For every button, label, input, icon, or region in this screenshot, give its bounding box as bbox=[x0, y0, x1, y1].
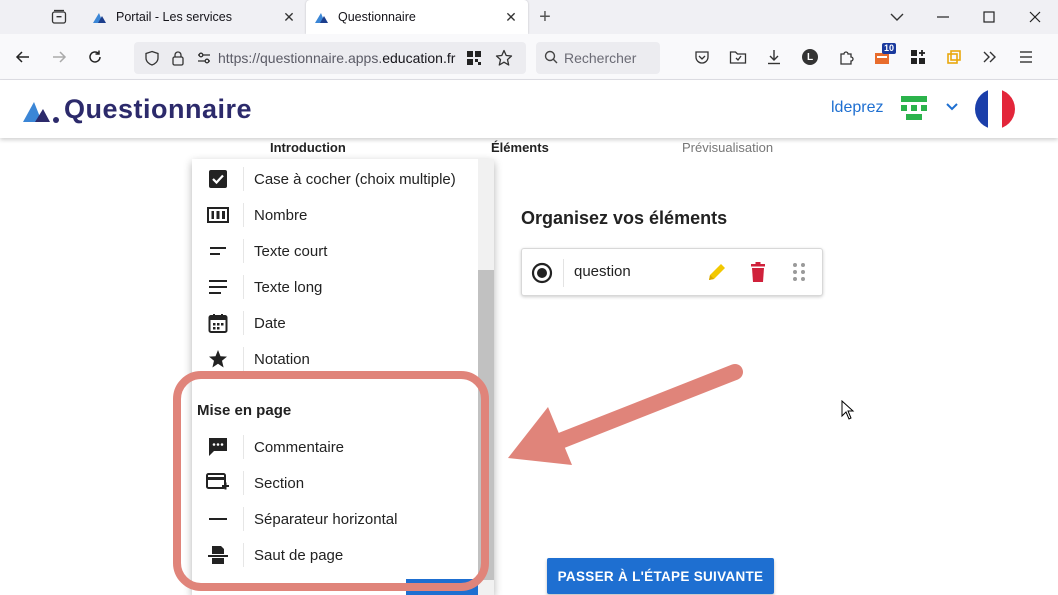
tab-list-icon[interactable] bbox=[40, 0, 78, 34]
site-permissions-icon[interactable] bbox=[192, 46, 216, 70]
brand-mountain-icon bbox=[23, 101, 59, 123]
brand-name: Questionnaire bbox=[64, 94, 253, 124]
download-icon[interactable] bbox=[756, 40, 792, 74]
toolbar-extensions: L 10 bbox=[684, 40, 1044, 74]
browser-tab-strip: Portail - Les services ✕ Questionnaire ✕… bbox=[0, 0, 1058, 34]
search-bar[interactable]: Rechercher bbox=[536, 42, 660, 74]
menu-item-date[interactable]: Date bbox=[192, 305, 478, 341]
element-label: question bbox=[574, 263, 631, 280]
pocket-icon[interactable] bbox=[684, 40, 720, 74]
calendar-icon bbox=[192, 311, 244, 335]
star-icon bbox=[192, 347, 244, 371]
account-avatar-icon[interactable]: L bbox=[792, 40, 828, 74]
short-text-icon bbox=[192, 239, 244, 263]
close-window-icon[interactable] bbox=[1012, 0, 1058, 34]
menu-item-label: Nombre bbox=[254, 206, 308, 224]
radio-icon bbox=[530, 261, 554, 290]
maximize-icon[interactable] bbox=[966, 0, 1012, 34]
tab-portail[interactable]: Portail - Les services ✕ bbox=[84, 0, 306, 34]
delete-trash-icon[interactable] bbox=[748, 261, 768, 288]
menu-item-label: Texte long bbox=[254, 278, 323, 296]
search-icon bbox=[544, 50, 558, 67]
menu-item-label: Texte court bbox=[254, 242, 328, 260]
app-logo[interactable]: Questionnaire bbox=[22, 94, 252, 125]
url-text[interactable]: https://questionnaire.apps.education.fr bbox=[218, 50, 456, 66]
folder-icon[interactable] bbox=[720, 40, 756, 74]
language-flag-fr-icon[interactable] bbox=[975, 89, 1015, 129]
long-text-icon bbox=[192, 275, 244, 299]
site-logo-icon bbox=[92, 9, 108, 25]
extensions-puzzle-icon[interactable] bbox=[828, 40, 864, 74]
close-tab-icon[interactable]: ✕ bbox=[280, 8, 298, 26]
back-icon[interactable] bbox=[6, 40, 40, 74]
username-link[interactable]: ldeprez bbox=[831, 99, 883, 117]
menu-item-long-text[interactable]: Texte long bbox=[192, 269, 478, 305]
window-controls bbox=[874, 0, 1058, 34]
search-placeholder: Rechercher bbox=[564, 50, 637, 66]
tab-overflow-chevron-icon[interactable] bbox=[874, 0, 920, 34]
step-preview[interactable]: Prévisualisation bbox=[682, 140, 773, 155]
app-header: Questionnaire ldeprez bbox=[0, 80, 1058, 138]
menu-hamburger-icon[interactable] bbox=[1008, 40, 1044, 74]
chevron-down-icon[interactable] bbox=[945, 99, 959, 117]
site-logo-icon bbox=[314, 9, 330, 25]
highlight-box bbox=[173, 371, 489, 591]
shield-icon[interactable] bbox=[140, 46, 164, 70]
menu-item-checkbox[interactable]: Case à cocher (choix multiple) bbox=[192, 161, 478, 197]
notification-badge: 10 bbox=[882, 43, 897, 54]
tab-label: Questionnaire bbox=[338, 10, 416, 24]
step-introduction[interactable]: Introduction bbox=[270, 140, 346, 155]
browser-toolbar: https://questionnaire.apps.education.fr … bbox=[0, 34, 1058, 80]
next-step-button[interactable]: PASSER À L'ÉTAPE SUIVANTE bbox=[547, 558, 774, 594]
lock-icon[interactable] bbox=[166, 46, 190, 70]
forward-icon[interactable] bbox=[42, 40, 76, 74]
number-icon bbox=[192, 203, 244, 227]
overlap-extension-icon[interactable] bbox=[936, 40, 972, 74]
more-tools-chevron-icon[interactable] bbox=[972, 40, 1008, 74]
minimize-icon[interactable] bbox=[920, 0, 966, 34]
reload-icon[interactable] bbox=[78, 40, 112, 74]
step-elements[interactable]: Éléments bbox=[491, 140, 549, 155]
mouse-cursor-icon bbox=[841, 400, 855, 420]
drag-handle-icon[interactable] bbox=[790, 261, 808, 288]
element-card[interactable]: question bbox=[521, 248, 823, 296]
stepper: Introduction Éléments Prévisualisation bbox=[0, 139, 1058, 157]
grid-plus-extension-icon[interactable] bbox=[900, 40, 936, 74]
checkbox-icon bbox=[192, 167, 244, 191]
bookmark-star-icon[interactable] bbox=[492, 46, 516, 70]
annotation-arrow bbox=[508, 364, 743, 465]
menu-item-number[interactable]: Nombre bbox=[192, 197, 478, 233]
menu-item-label: Date bbox=[254, 314, 286, 332]
tab-label: Portail - Les services bbox=[116, 10, 233, 24]
main-title: Organisez vos éléments bbox=[521, 208, 728, 228]
menu-item-label: Case à cocher (choix multiple) bbox=[254, 170, 456, 188]
menu-item-label: Notation bbox=[254, 350, 310, 368]
divider bbox=[563, 259, 564, 287]
qr-code-icon[interactable] bbox=[462, 46, 486, 70]
new-tab-icon[interactable]: + bbox=[528, 0, 562, 34]
edit-pencil-icon[interactable] bbox=[706, 261, 728, 288]
url-bar[interactable]: https://questionnaire.apps.education.fr bbox=[134, 42, 526, 74]
menu-item-short-text[interactable]: Texte court bbox=[192, 233, 478, 269]
notification-extension-icon[interactable]: 10 bbox=[864, 40, 900, 74]
tab-questionnaire[interactable]: Questionnaire ✕ bbox=[306, 0, 528, 34]
apps-grid-icon[interactable] bbox=[900, 95, 928, 126]
close-tab-icon[interactable]: ✕ bbox=[502, 8, 520, 26]
